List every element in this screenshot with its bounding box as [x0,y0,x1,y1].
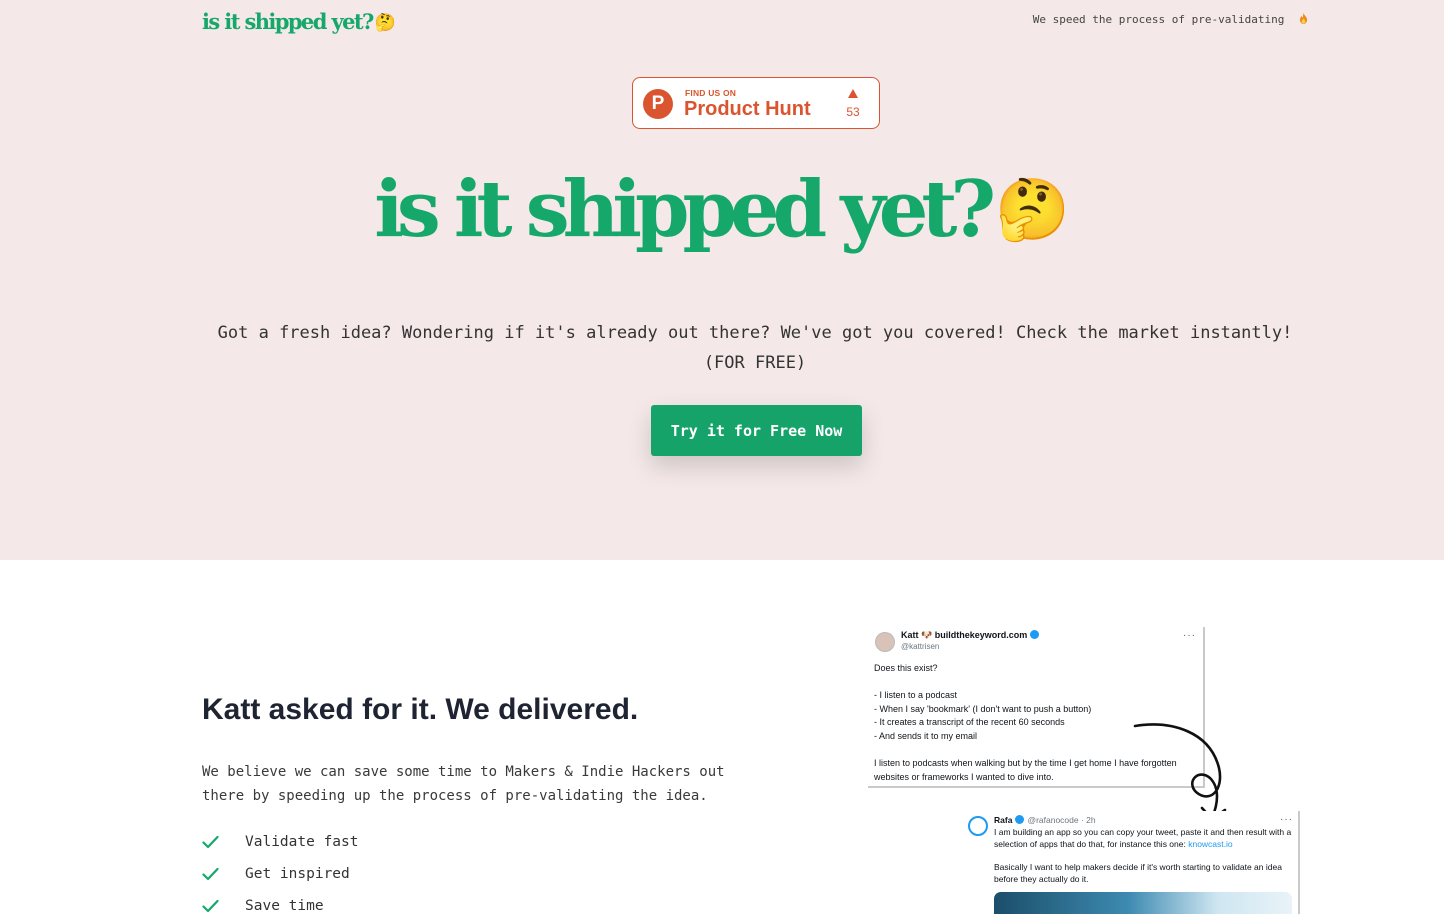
avatar [875,632,895,652]
feature-label: Save time [245,898,324,914]
tweet-media-image [994,892,1292,914]
check-icon [202,835,219,849]
hero-subtitle: Got a fresh idea? Wondering if it's alre… [217,323,1293,373]
section-body: We believe we can save some time to Make… [202,764,725,804]
feature-list: Validate fast Get inspired Save time [202,826,359,922]
thinking-face-icon: 🤔 [995,175,1070,245]
flame-icon [1299,13,1308,24]
feature-item: Save time [202,890,359,922]
try-free-button[interactable]: Try it for Free Now [651,405,862,456]
tweet-handle: @kattrisen [901,642,940,651]
feature-item: Get inspired [202,858,359,890]
more-options-icon: ··· [1183,630,1196,641]
tagline-text: We speed the process of pre-validating [1032,13,1285,26]
curved-arrow-icon [1133,723,1227,821]
avatar [968,816,988,836]
feature-label: Validate fast [245,834,359,850]
tweet-link[interactable]: knowcast.io [1188,839,1232,849]
tweet-text-body: I am building an app so you can copy you… [994,827,1292,849]
tweet-card-rafa: Rafa @rafanocode · 2h ··· I am building a… [962,811,1300,914]
thinking-face-icon: 🤔 [374,13,396,33]
product-hunt-label: Product Hunt [684,98,811,120]
hero-title: is it shipped yet? 🤔 [0,164,1444,255]
feature-item: Validate fast [202,826,359,858]
tweet-text-second: Basically I want to help makers decide i… [994,862,1282,884]
product-hunt-badge[interactable]: P FIND US ON Product Hunt 53 [632,77,880,129]
logo-text: is it shipped yet? [202,9,374,34]
verified-badge-icon [1030,630,1040,639]
check-icon [202,867,219,881]
feature-label: Get inspired [245,866,350,882]
check-icon [202,899,219,913]
tweet-author: Rafa @rafanocode · 2h [994,815,1096,825]
tweet-author-name: Katt 🐶 buildthekeyword.com [901,630,1028,640]
tweet-author-name: Rafa [994,815,1013,825]
product-hunt-logo-icon: P [643,89,673,119]
tweet-author: Katt 🐶 buildthekeyword.com [901,630,1040,641]
more-options-icon: ··· [1280,814,1293,825]
product-hunt-small-label: FIND US ON [685,88,737,98]
upvote-arrow-icon [848,89,858,98]
verified-badge-icon [1015,815,1025,824]
hero-title-text: is it shipped yet? [374,164,996,255]
upvote-count: 53 [846,105,860,119]
tweet-text: I am building an app so you can copy you… [994,827,1292,850]
site-logo[interactable]: is it shipped yet? 🤔 [202,9,396,34]
tweet-handle: @rafanocode · 2h [1027,815,1096,825]
header-tagline: We speed the process of pre-validating [1033,13,1308,26]
section-title: Katt asked for it. We delivered. [202,693,639,726]
